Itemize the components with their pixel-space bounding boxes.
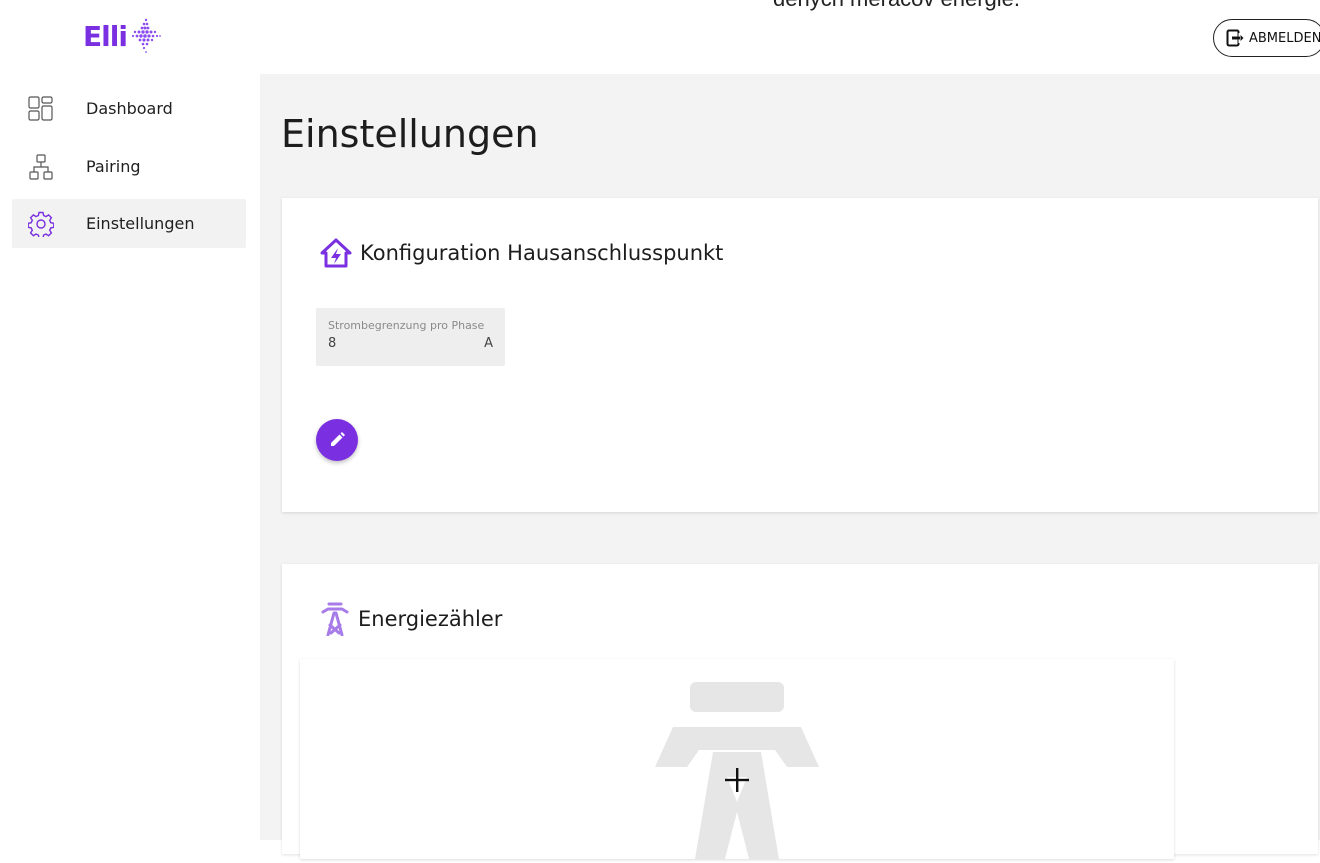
clipped-notification-text: dených meračov energie.: [773, 0, 1020, 12]
card-title: Energiezähler: [320, 602, 502, 636]
card-title: Konfiguration Hausanschlusspunkt: [320, 238, 723, 268]
logo-text: Elli: [83, 19, 128, 53]
dashboard-icon: [28, 95, 64, 122]
grid-connection-card: Konfiguration Hausanschlusspunkt Strombe…: [282, 198, 1318, 512]
sidebar-item-label: Dashboard: [86, 99, 173, 118]
page-title: Einstellungen: [281, 112, 539, 156]
field-value: 8: [328, 336, 337, 351]
add-energy-meter-tile[interactable]: [300, 659, 1174, 859]
pairing-icon: [28, 153, 64, 180]
field-label: Strombegrenzung pro Phase: [328, 319, 485, 332]
field-unit: A: [484, 336, 493, 351]
elli-logo[interactable]: Elli: [83, 14, 161, 58]
sidebar: Dashboard Pairing Einstellungen: [0, 74, 260, 840]
sidebar-item-label: Pairing: [86, 157, 141, 176]
current-limit-field[interactable]: Strombegrenzung pro Phase 8 A: [316, 308, 505, 366]
house-lightning-icon: [320, 238, 352, 268]
main-content: Einstellungen Konfiguration Hausanschlus…: [260, 74, 1320, 859]
plus-icon: [723, 766, 751, 794]
sidebar-item-dashboard[interactable]: Dashboard: [12, 84, 246, 133]
logout-button[interactable]: ABMELDEN: [1213, 19, 1320, 57]
settings-gear-icon: [28, 211, 64, 237]
card-title-text: Energiezähler: [358, 607, 503, 631]
power-pylon-icon: [320, 602, 350, 636]
card-title-text: Konfiguration Hausanschlusspunkt: [360, 241, 724, 265]
top-header: Elli dených meračov energie.: [0, 0, 1320, 74]
sidebar-item-einstellungen[interactable]: Einstellungen: [12, 199, 246, 248]
logout-label: ABMELDEN: [1249, 30, 1320, 46]
edit-button[interactable]: [316, 419, 358, 461]
logout-icon: [1226, 29, 1249, 47]
sidebar-item-pairing[interactable]: Pairing: [12, 142, 246, 191]
sidebar-item-label: Einstellungen: [86, 214, 195, 233]
energy-meter-card: Energiezähler: [282, 564, 1318, 859]
pencil-icon: [328, 431, 346, 449]
logo-spark-icon: [131, 14, 161, 58]
